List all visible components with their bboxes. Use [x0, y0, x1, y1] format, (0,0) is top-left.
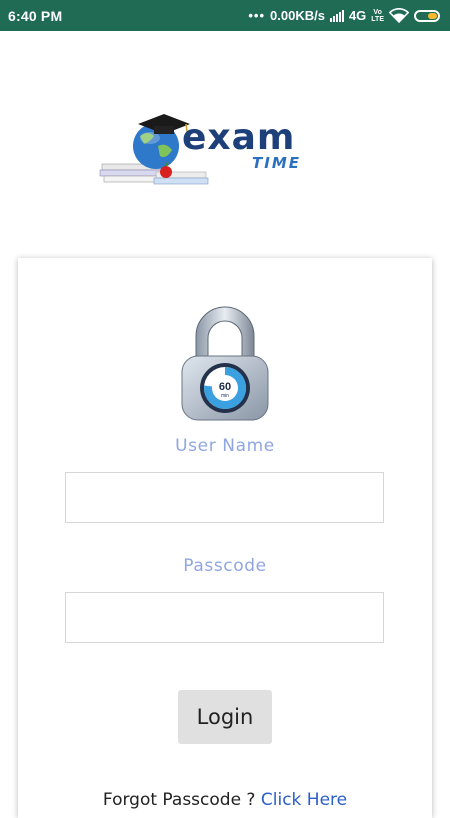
- volte-icon: Vo LTE: [371, 9, 384, 23]
- signal-icon: [329, 9, 344, 22]
- login-button[interactable]: Login: [178, 690, 272, 744]
- status-time: 6:40 PM: [8, 7, 63, 24]
- status-icons: ••• 0.00KB/s 4G Vo LTE: [248, 8, 440, 23]
- battery-icon: [414, 9, 440, 22]
- forgot-passcode-line: Forgot Passcode ? Click Here: [18, 790, 432, 810]
- forgot-passcode-text: Forgot Passcode ?: [102, 790, 261, 810]
- passcode-label: Passcode: [183, 556, 267, 576]
- passcode-input[interactable]: [65, 592, 384, 643]
- username-input[interactable]: [65, 472, 384, 523]
- logo-word-time: TIME: [252, 154, 301, 172]
- logo-word-exam: exam: [182, 117, 296, 158]
- network-type: 4G: [348, 8, 367, 23]
- username-label: User Name: [175, 436, 275, 456]
- volte-top: Vo: [373, 8, 382, 16]
- more-dots-icon: •••: [248, 8, 266, 23]
- lock-timer-unit: min: [221, 393, 229, 399]
- wifi-icon: [389, 8, 409, 23]
- forgot-passcode-link[interactable]: Click Here: [261, 790, 347, 810]
- network-speed: 0.00KB/s: [270, 8, 325, 23]
- status-bar: 6:40 PM ••• 0.00KB/s 4G Vo LTE: [0, 0, 450, 31]
- battery-level: [428, 12, 437, 19]
- volte-bottom: LTE: [371, 15, 384, 23]
- padlock-timer-icon: 60 min: [181, 306, 269, 421]
- lock-timer-value: 60: [219, 381, 231, 393]
- exam-time-logo: exam TIME: [96, 112, 346, 190]
- login-card: 60 min User Name Passcode Login Forgot P…: [18, 258, 432, 818]
